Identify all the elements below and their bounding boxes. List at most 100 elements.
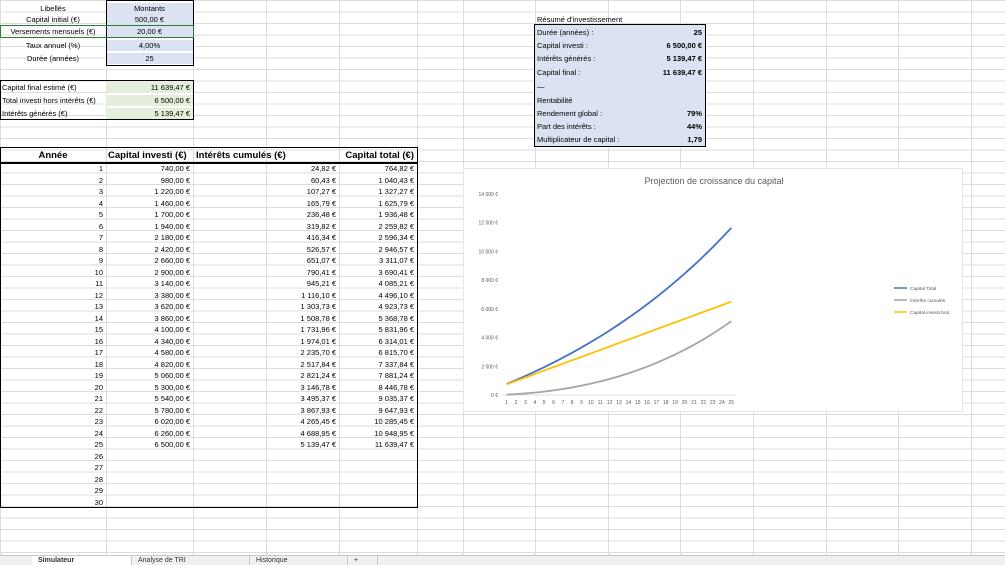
cell-annee[interactable]: 24 bbox=[0, 428, 106, 439]
summary-label-capital-final[interactable]: Capital final : bbox=[535, 67, 635, 78]
summary-label-duree[interactable]: Durée (années) : bbox=[535, 27, 635, 38]
inputs-header-label[interactable]: Libellés bbox=[0, 3, 106, 14]
table-header-capital-total[interactable]: Capital total (€) bbox=[339, 149, 417, 162]
cell-capital-investi[interactable]: 2 420,00 € bbox=[106, 244, 193, 255]
summary-value-capital-investi[interactable]: 6 500,00 € bbox=[635, 40, 705, 51]
cell-capital-total[interactable]: 2 259,82 € bbox=[339, 221, 417, 232]
cell-capital-total[interactable]: 4 923,73 € bbox=[339, 301, 417, 312]
cell-annee[interactable]: 1 bbox=[0, 163, 106, 174]
cell-annee[interactable]: 9 bbox=[0, 255, 106, 266]
cell-capital-total[interactable]: 764,82 € bbox=[339, 163, 417, 174]
cell-annee[interactable]: 7 bbox=[0, 232, 106, 243]
cell-interets[interactable]: 5 139,47 € bbox=[194, 439, 339, 450]
cell-capital-investi[interactable]: 980,00 € bbox=[106, 175, 193, 186]
cell-capital-investi[interactable]: 3 380,00 € bbox=[106, 290, 193, 301]
cell-capital-investi[interactable] bbox=[106, 451, 193, 462]
cell-capital-total[interactable]: 8 446,78 € bbox=[339, 382, 417, 393]
cell-annee[interactable]: 27 bbox=[0, 462, 106, 473]
cell-capital-total[interactable] bbox=[339, 497, 417, 508]
cell-capital-total[interactable]: 7 337,84 € bbox=[339, 359, 417, 370]
input-label-capital[interactable]: Capital initial (€) bbox=[0, 14, 106, 25]
input-label-versements[interactable]: Versements mensuels (€) bbox=[0, 26, 106, 37]
table-header-annee[interactable]: Année bbox=[0, 149, 106, 162]
summary-value-rendement[interactable]: 79% bbox=[635, 108, 705, 119]
summary-value-multiplicateur[interactable]: 1,79 bbox=[645, 134, 705, 145]
cell-interets[interactable]: 60,43 € bbox=[194, 175, 339, 186]
cell-annee[interactable]: 2 bbox=[0, 175, 106, 186]
summary-label-part-interets[interactable]: Part des intérêts : bbox=[535, 121, 635, 132]
result-label-final[interactable]: Capital final estimé (€) bbox=[0, 82, 106, 93]
cell-annee[interactable]: 25 bbox=[0, 439, 106, 450]
cell-interets[interactable]: 416,34 € bbox=[194, 232, 339, 243]
summary-title[interactable]: Résumé d'investissement bbox=[535, 14, 680, 25]
cell-interets[interactable]: 1 731,96 € bbox=[194, 324, 339, 335]
cell-capital-total[interactable]: 5 368,78 € bbox=[339, 313, 417, 324]
cell-capital-total[interactable]: 4 085,21 € bbox=[339, 278, 417, 289]
cell-capital-investi[interactable]: 1 700,00 € bbox=[106, 209, 193, 220]
cell-capital-investi[interactable]: 6 260,00 € bbox=[106, 428, 193, 439]
cell-interets[interactable]: 1 303,73 € bbox=[194, 301, 339, 312]
cell-capital-total[interactable]: 7 881,24 € bbox=[339, 370, 417, 381]
cell-interets[interactable]: 3 867,93 € bbox=[194, 405, 339, 416]
input-label-duree[interactable]: Durée (années) bbox=[0, 53, 106, 64]
cell-annee[interactable]: 30 bbox=[0, 497, 106, 508]
cell-capital-total[interactable] bbox=[339, 462, 417, 473]
input-value-duree[interactable]: 25 bbox=[106, 53, 193, 64]
cell-annee[interactable]: 18 bbox=[0, 359, 106, 370]
cell-interets[interactable]: 319,82 € bbox=[194, 221, 339, 232]
result-value-total-investi[interactable]: 6 500,00 € bbox=[106, 95, 193, 106]
cell-annee[interactable]: 4 bbox=[0, 198, 106, 209]
cell-annee[interactable]: 23 bbox=[0, 416, 106, 427]
cell-capital-investi[interactable]: 5 300,00 € bbox=[106, 382, 193, 393]
summary-value-interets[interactable]: 5 139,47 € bbox=[635, 53, 705, 64]
cell-annee[interactable]: 28 bbox=[0, 474, 106, 485]
cell-capital-investi[interactable] bbox=[106, 485, 193, 496]
cell-capital-investi[interactable]: 3 620,00 € bbox=[106, 301, 193, 312]
cell-annee[interactable]: 20 bbox=[0, 382, 106, 393]
cell-capital-total[interactable]: 10 948,95 € bbox=[339, 428, 417, 439]
cell-interets[interactable]: 651,07 € bbox=[194, 255, 339, 266]
cell-annee[interactable]: 12 bbox=[0, 290, 106, 301]
summary-label-capital-investi[interactable]: Capital investi : bbox=[535, 40, 635, 51]
cell-annee[interactable]: 3 bbox=[0, 186, 106, 197]
cell-capital-total[interactable]: 6 314,01 € bbox=[339, 336, 417, 347]
cell-annee[interactable]: 29 bbox=[0, 485, 106, 496]
summary-label-multiplicateur[interactable]: Multiplicateur de capital : bbox=[535, 134, 645, 145]
cell-annee[interactable]: 10 bbox=[0, 267, 106, 278]
summary-label-interets[interactable]: Intérêts générés : bbox=[535, 53, 635, 64]
cell-capital-investi[interactable]: 2 900,00 € bbox=[106, 267, 193, 278]
cell-annee[interactable]: 22 bbox=[0, 405, 106, 416]
cell-capital-total[interactable]: 3 690,41 € bbox=[339, 267, 417, 278]
cell-capital-investi[interactable] bbox=[106, 474, 193, 485]
table-header-capital-investi[interactable]: Capital investi (€) bbox=[106, 149, 193, 162]
cell-capital-total[interactable]: 5 831,96 € bbox=[339, 324, 417, 335]
input-value-versements[interactable]: 20,00 € bbox=[106, 26, 193, 37]
cell-capital-investi[interactable]: 2 180,00 € bbox=[106, 232, 193, 243]
table-header-interets[interactable]: Intérêts cumulés (€) bbox=[194, 149, 339, 162]
cell-interets[interactable]: 3 495,37 € bbox=[194, 393, 339, 404]
cell-interets[interactable]: 1 508,78 € bbox=[194, 313, 339, 324]
cell-interets[interactable]: 165,79 € bbox=[194, 198, 339, 209]
cell-interets[interactable] bbox=[194, 462, 339, 473]
cell-interets[interactable]: 3 146,78 € bbox=[194, 382, 339, 393]
cell-capital-investi[interactable]: 740,00 € bbox=[106, 163, 193, 174]
cell-interets[interactable]: 526,57 € bbox=[194, 244, 339, 255]
cell-annee[interactable]: 8 bbox=[0, 244, 106, 255]
cell-capital-total[interactable]: 2 946,57 € bbox=[339, 244, 417, 255]
cell-capital-total[interactable]: 9 035,37 € bbox=[339, 393, 417, 404]
cell-capital-total[interactable]: 2 596,34 € bbox=[339, 232, 417, 243]
cell-capital-investi[interactable]: 1 460,00 € bbox=[106, 198, 193, 209]
cell-annee[interactable]: 19 bbox=[0, 370, 106, 381]
cell-interets[interactable]: 236,48 € bbox=[194, 209, 339, 220]
cell-interets[interactable]: 945,21 € bbox=[194, 278, 339, 289]
cell-capital-total[interactable]: 4 496,10 € bbox=[339, 290, 417, 301]
cell-annee[interactable]: 21 bbox=[0, 393, 106, 404]
inputs-header-amount[interactable]: Montants bbox=[106, 3, 193, 14]
cell-capital-investi[interactable]: 1 940,00 € bbox=[106, 221, 193, 232]
cell-interets[interactable]: 4 265,45 € bbox=[194, 416, 339, 427]
cell-capital-investi[interactable]: 4 340,00 € bbox=[106, 336, 193, 347]
cell-capital-investi[interactable] bbox=[106, 462, 193, 473]
result-label-interets[interactable]: Intérêts générés (€) bbox=[0, 108, 106, 119]
summary-label-rendement[interactable]: Rendement global : bbox=[535, 108, 635, 119]
cell-capital-investi[interactable]: 5 060,00 € bbox=[106, 370, 193, 381]
